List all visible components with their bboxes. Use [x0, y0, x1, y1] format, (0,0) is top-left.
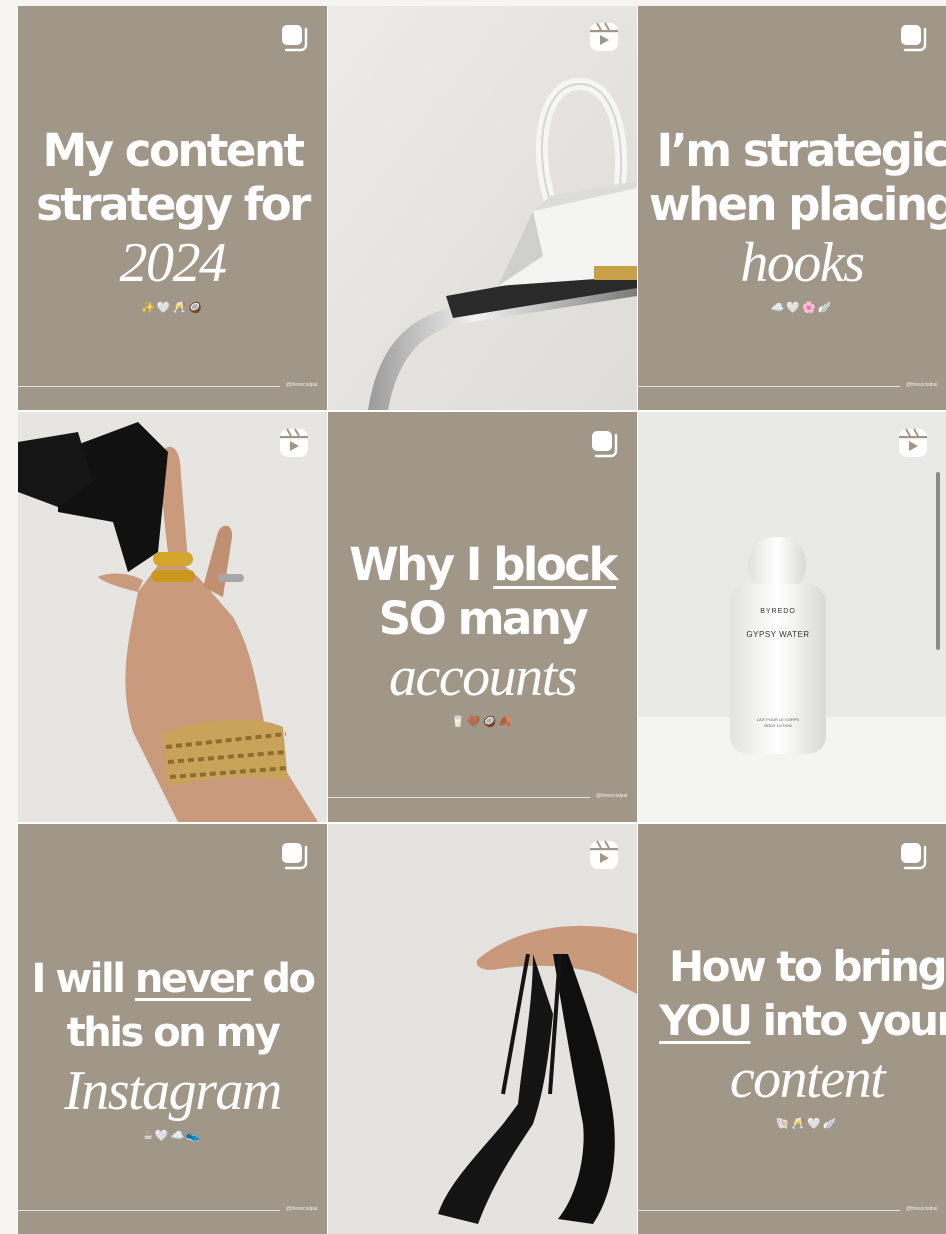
post-headline: Why I block SO many accounts 🥛🤎🥥🍂	[328, 538, 637, 730]
perfume-photo	[638, 412, 946, 822]
post-headline: My content strategy for 2024 ✨🤍🥂🥥	[18, 124, 327, 316]
handbag-photo	[328, 6, 637, 410]
headline-script: hooks	[740, 232, 865, 294]
emoji-row: 🐚🥂🤍🪽	[775, 1117, 839, 1130]
reel-icon	[280, 428, 308, 457]
reel-icon	[899, 428, 927, 457]
bottle-name: GYPSY WATER	[746, 630, 810, 639]
emoji-row: 🥛🤎🥥🍂	[451, 715, 514, 728]
profile-handle: @thesocialpal	[596, 793, 628, 799]
profile-handle: @thesocialpal	[906, 382, 938, 388]
headline-line: Why I block	[349, 538, 618, 591]
post-tile[interactable]: I will never do this on my Instagram ☕🤍☁…	[18, 824, 327, 1234]
headline-script: accounts	[388, 646, 578, 708]
headline-underlined-word: block	[493, 538, 618, 591]
profile-handle: @thesocialpal	[286, 1206, 318, 1212]
divider	[638, 386, 900, 387]
headline-line: I will never do	[31, 956, 316, 1002]
headline-line: My content	[42, 124, 306, 177]
reel-icon	[590, 22, 618, 51]
headline-text: Why I	[349, 538, 494, 591]
headline-script: 2024	[119, 232, 228, 294]
headline-underlined-word: never	[134, 956, 254, 1002]
divider	[18, 1210, 280, 1211]
heels-photo	[328, 824, 637, 1234]
headline-line: SO many	[378, 592, 589, 645]
headline-text: do	[250, 956, 316, 1002]
headline-line: I’m strategic	[656, 124, 946, 177]
carousel-icon	[282, 25, 308, 52]
post-grid: My content strategy for 2024 ✨🤍🥂🥥 @theso…	[18, 6, 946, 1234]
headline-script: Instagram	[64, 1060, 282, 1122]
post-tile[interactable]: How to bring YOU into your content 🐚🥂🤍🪽 …	[638, 824, 946, 1234]
carousel-icon	[901, 25, 927, 52]
divider	[328, 797, 590, 798]
carousel-icon	[282, 843, 308, 870]
headline-line: when placing	[648, 178, 946, 231]
profile-handle: @thesocialpal	[286, 382, 318, 388]
post-tile[interactable]	[328, 824, 637, 1234]
divider	[18, 386, 280, 387]
headline-text: into your	[750, 996, 946, 1045]
post-tile[interactable]: Why I block SO many accounts 🥛🤎🥥🍂 @theso…	[328, 412, 637, 822]
post-headline: I’m strategic when placing hooks ☁️🤍🌸🪽	[638, 124, 946, 316]
profile-handle: @thesocialpal	[906, 1206, 938, 1212]
headline-script: content	[729, 1048, 886, 1110]
post-headline: I will never do this on my Instagram ☕🤍☁…	[18, 952, 327, 1144]
post-tile[interactable]: I’m strategic when placing hooks ☁️🤍🌸🪽 @…	[638, 6, 946, 410]
jewelry-photo	[18, 412, 327, 822]
bottle-desc: LAIT POUR LE CORPS	[756, 717, 800, 722]
headline-line: How to bring	[668, 942, 946, 991]
post-tile[interactable]	[18, 412, 327, 822]
emoji-row: ☁️🤍🌸🪽	[770, 301, 834, 314]
headline-line: strategy for	[36, 178, 311, 231]
headline-line: this on my	[66, 1010, 281, 1056]
emoji-row: ✨🤍🥂🥥	[141, 301, 204, 314]
bottle-brand: BYREDO	[760, 608, 796, 615]
carousel-icon	[592, 431, 618, 458]
headline-text: I will	[31, 956, 135, 1002]
scrollbar[interactable]	[936, 472, 940, 650]
carousel-icon	[901, 843, 927, 870]
post-headline: How to bring YOU into your content 🐚🥂🤍🪽	[638, 940, 946, 1132]
bottle-desc-2: BODY LOTION	[764, 723, 792, 728]
divider	[638, 1210, 900, 1211]
emoji-row: ☕🤍☁️👟	[143, 1129, 202, 1142]
headline-line: YOU into your	[659, 996, 946, 1045]
post-tile[interactable]	[328, 6, 637, 410]
headline-underlined-word: YOU	[659, 996, 753, 1045]
post-tile[interactable]: BYREDO GYPSY WATER LAIT POUR LE CORPS BO…	[638, 412, 946, 822]
reel-icon	[590, 840, 618, 869]
post-tile[interactable]: My content strategy for 2024 ✨🤍🥂🥥 @theso…	[18, 6, 327, 410]
